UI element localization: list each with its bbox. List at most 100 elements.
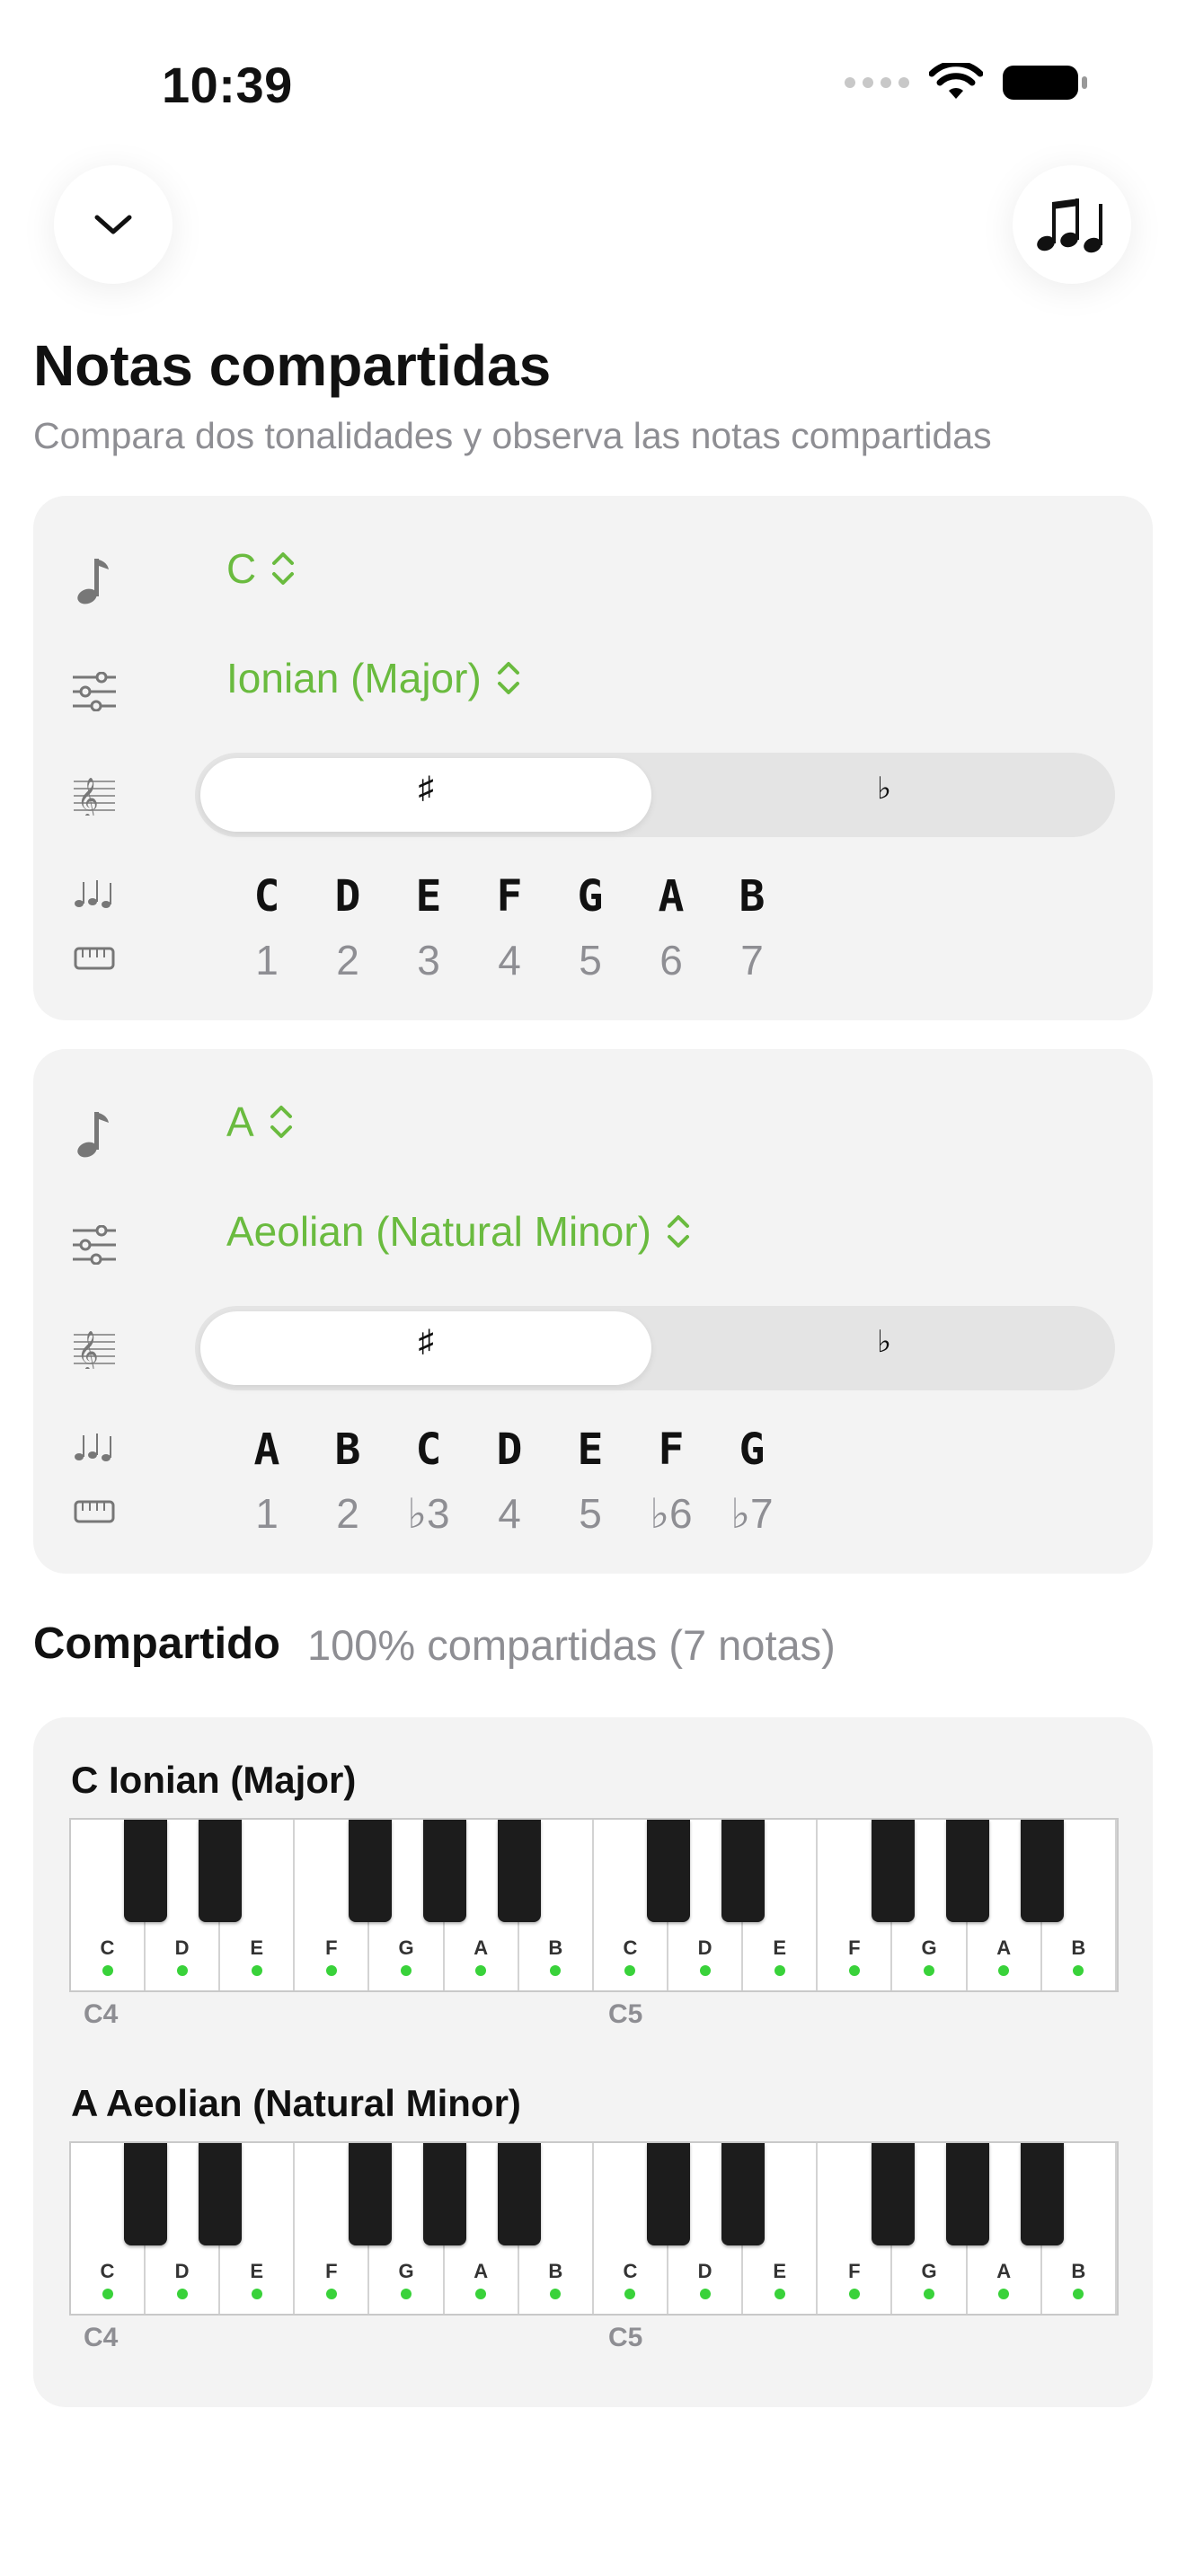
mode-picker[interactable]: Aeolian (Natural Minor)	[226, 1207, 691, 1256]
black-key[interactable]	[647, 1820, 691, 1922]
cellular-signal-icon	[845, 77, 909, 88]
note: F	[496, 871, 523, 922]
page-subtitle: Compara dos tonalidades y observa las no…	[33, 415, 992, 456]
mode-value: Aeolian (Natural Minor)	[226, 1208, 651, 1255]
key-label: G	[921, 1936, 937, 1959]
music-note-icon	[69, 555, 119, 605]
piano-title: C Ionian (Major)	[71, 1759, 357, 1801]
shared-note-dot	[774, 2289, 785, 2299]
key-label: D	[697, 2260, 712, 2282]
black-key[interactable]	[497, 1820, 541, 1922]
chevron-down-icon	[94, 215, 132, 234]
shared-note-dot	[624, 1965, 636, 1976]
music-notes-icon	[69, 1432, 119, 1462]
black-key[interactable]	[721, 1820, 766, 1922]
scale-degrees: 1 2 ♭3 4 5 ♭6 ♭7	[226, 1489, 792, 1538]
root-picker[interactable]: C	[226, 544, 296, 593]
key-label: E	[250, 2260, 264, 2282]
shared-note-dot	[401, 2289, 412, 2299]
up-down-chevron-icon	[497, 662, 519, 694]
scale-card-2: A Aeolian (Natural Minor) 𝄞 ♯ ♭ A B C D …	[33, 1049, 1153, 1574]
key-label: F	[848, 1936, 861, 1959]
degree: 1	[255, 1490, 279, 1537]
shared-note-dot	[251, 1965, 262, 1976]
sharp-segment[interactable]: ♯	[200, 771, 651, 806]
black-key[interactable]	[199, 2143, 243, 2245]
shared-note-dot	[550, 2289, 562, 2299]
black-key[interactable]	[647, 2143, 691, 2245]
note: F	[658, 1425, 685, 1475]
scale-notes: C D E F G A B	[226, 871, 792, 922]
degree: 4	[498, 937, 521, 984]
note: E	[577, 1425, 604, 1475]
note: G	[739, 1425, 766, 1475]
shared-note-dot	[848, 1965, 860, 1976]
mode-value: Ionian (Major)	[226, 655, 482, 701]
key-label: A	[474, 2260, 489, 2282]
sliders-icon	[69, 1225, 119, 1265]
black-key[interactable]	[871, 1820, 915, 1922]
root-picker[interactable]: A	[226, 1098, 294, 1146]
shared-note-dot	[774, 1965, 785, 1976]
key-label: A	[996, 2260, 1012, 2282]
black-key[interactable]	[945, 1820, 989, 1922]
shared-note-dot	[102, 1965, 113, 1976]
black-key[interactable]	[348, 1820, 392, 1922]
degree: 2	[336, 1490, 359, 1537]
note: A	[253, 1425, 280, 1475]
black-key[interactable]	[124, 1820, 168, 1922]
flat-segment[interactable]: ♭	[659, 1324, 1110, 1360]
black-key[interactable]	[945, 2143, 989, 2245]
status-time: 10:39	[162, 57, 293, 113]
note: A	[658, 871, 685, 922]
accidental-segmented-control: ♯ ♭	[195, 753, 1115, 837]
up-down-chevron-icon	[272, 552, 295, 585]
black-key[interactable]	[1020, 2143, 1064, 2245]
key-label: G	[921, 2260, 937, 2282]
shared-summary: 100% compartidas (7 notas)	[307, 1621, 836, 1669]
scale-card-1: C Ionian (Major) 𝄞 ♯ ♭ C D E F G A B 1 2…	[33, 496, 1153, 1020]
degree: 5	[579, 937, 602, 984]
black-key[interactable]	[721, 2143, 766, 2245]
svg-text:𝄞: 𝄞	[77, 1331, 99, 1369]
key-label: B	[1071, 1936, 1086, 1959]
flat-segment[interactable]: ♭	[659, 771, 1110, 807]
key-label: B	[1071, 2260, 1086, 2282]
key-label: D	[174, 1936, 190, 1959]
degree: 4	[498, 1490, 521, 1537]
shared-note-dot	[475, 2289, 487, 2299]
key-label: E	[773, 2260, 787, 2282]
black-key[interactable]	[348, 2143, 392, 2245]
shared-note-dot	[401, 1965, 412, 1976]
shared-note-dot	[624, 2289, 636, 2299]
notes-button[interactable]	[1013, 165, 1131, 284]
shared-note-dot	[1073, 2289, 1084, 2299]
shared-note-dot	[176, 2289, 188, 2299]
black-key[interactable]	[422, 1820, 466, 1922]
collapse-button[interactable]	[54, 165, 173, 284]
octave-label: C4	[84, 2323, 119, 2352]
black-key[interactable]	[124, 2143, 168, 2245]
octave-label: C5	[608, 1999, 643, 2029]
sharp-segment[interactable]: ♯	[200, 1324, 651, 1359]
status-icons	[845, 63, 1087, 102]
shared-note-dot	[550, 1965, 562, 1976]
note: C	[253, 871, 280, 922]
key-label: C	[100, 1936, 115, 1959]
piano-card: C Ionian (Major) C D E F G A B C D E F G A B C4 C5 A …	[33, 1717, 1153, 2407]
black-key[interactable]	[422, 2143, 466, 2245]
degree: 7	[740, 937, 764, 984]
black-key[interactable]	[871, 2143, 915, 2245]
black-key[interactable]	[199, 1820, 243, 1922]
note: G	[577, 871, 604, 922]
shared-note-dot	[325, 1965, 337, 1976]
degree: 6	[659, 937, 683, 984]
shared-note-dot	[102, 2289, 113, 2299]
key-label: C	[623, 1936, 638, 1959]
shared-note-dot	[924, 2289, 935, 2299]
black-key[interactable]	[1020, 1820, 1064, 1922]
shared-note-dot	[1073, 1965, 1084, 1976]
black-key[interactable]	[497, 2143, 541, 2245]
mode-picker[interactable]: Ionian (Major)	[226, 654, 521, 702]
shared-label: Compartido	[33, 1619, 280, 1668]
